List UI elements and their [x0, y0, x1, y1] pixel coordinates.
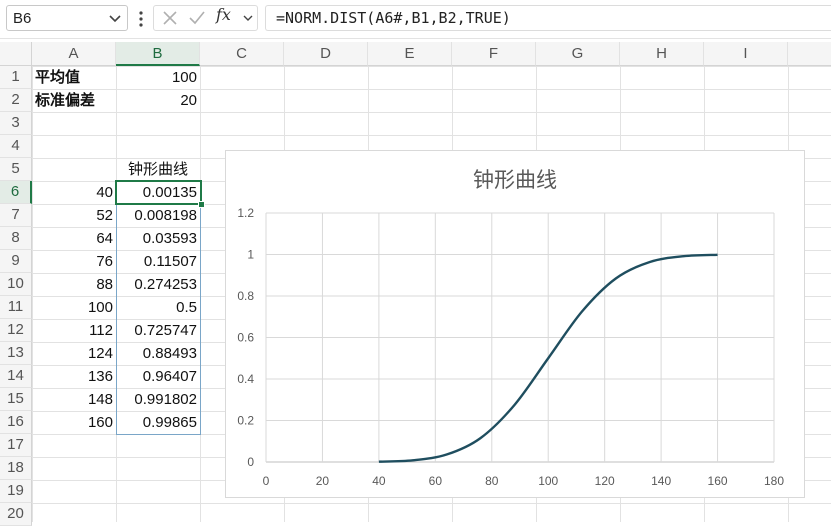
- x-tick-label: 80: [485, 474, 499, 488]
- line-chart[interactable]: 钟形曲线 0 0.2 0.4 0.6 0.8 1 1.2 0 20 40 60 80 100 120 14…: [225, 150, 805, 498]
- cell-a2[interactable]: 标准偏差: [32, 89, 116, 112]
- cell-a9[interactable]: 76: [32, 250, 116, 273]
- x-tick-label: 20: [316, 474, 330, 488]
- row-header-6[interactable]: 6: [0, 181, 32, 204]
- x-axis-tick-labels: 0 20 40 60 80 100 120 140 160 180: [263, 474, 785, 488]
- row-header-17[interactable]: 17: [0, 434, 32, 457]
- cell-a14[interactable]: 136: [32, 365, 116, 388]
- x-tick-label: 60: [429, 474, 443, 488]
- cell-b10[interactable]: 0.274253: [116, 273, 200, 296]
- y-tick-label: 0.4: [237, 372, 254, 386]
- cell-a12[interactable]: 112: [32, 319, 116, 342]
- column-header-a[interactable]: A: [32, 42, 116, 66]
- column-header-c[interactable]: C: [200, 42, 284, 66]
- insert-function-button[interactable]: fx: [216, 5, 231, 24]
- x-tick-label: 40: [372, 474, 386, 488]
- y-tick-label: 1.2: [237, 206, 254, 220]
- cell-b8[interactable]: 0.03593: [116, 227, 200, 250]
- cell-b14[interactable]: 0.96407: [116, 365, 200, 388]
- column-header-i[interactable]: I: [704, 42, 788, 66]
- column-divider: [200, 66, 201, 522]
- cell-a7[interactable]: 52: [32, 204, 116, 227]
- row-header-11[interactable]: 11: [0, 296, 32, 319]
- row-header-1[interactable]: 1: [0, 66, 32, 89]
- cell-b16[interactable]: 0.99865: [116, 411, 200, 434]
- y-axis-tick-labels: 0 0.2 0.4 0.6 0.8 1 1.2: [237, 206, 254, 469]
- x-tick-label: 140: [651, 474, 671, 488]
- column-header-b[interactable]: B: [116, 42, 200, 66]
- y-tick-label: 0.2: [237, 414, 254, 428]
- column-header-h[interactable]: H: [620, 42, 704, 66]
- column-header-g[interactable]: G: [536, 42, 620, 66]
- cell-a11[interactable]: 100: [32, 296, 116, 319]
- cell-a10[interactable]: 88: [32, 273, 116, 296]
- cancel-icon[interactable]: [162, 10, 178, 26]
- cell-a6[interactable]: 40: [32, 181, 116, 204]
- row-header-14[interactable]: 14: [0, 365, 32, 388]
- cell-b2[interactable]: 20: [116, 89, 200, 112]
- cell-b11[interactable]: 0.5: [116, 296, 200, 319]
- cell-b15[interactable]: 0.991802: [116, 388, 200, 411]
- more-options-icon[interactable]: [137, 9, 145, 29]
- cell-a15[interactable]: 148: [32, 388, 116, 411]
- cell-a1[interactable]: 平均值: [32, 66, 116, 89]
- row-header-7[interactable]: 7: [0, 204, 32, 227]
- row-header-3[interactable]: 3: [0, 112, 32, 135]
- formula-text: =NORM.DIST(A6#,B1,B2,TRUE): [276, 9, 511, 27]
- cell-b7[interactable]: 0.008198: [116, 204, 200, 227]
- column-header-e[interactable]: E: [368, 42, 452, 66]
- cell-b13[interactable]: 0.88493: [116, 342, 200, 365]
- chart-title: 钟形曲线: [473, 169, 557, 192]
- row-header-15[interactable]: 15: [0, 388, 32, 411]
- name-box-value: B6: [13, 10, 32, 27]
- row-header-12[interactable]: 12: [0, 319, 32, 342]
- chart-canvas: 钟形曲线 0 0.2 0.4 0.6 0.8 1 1.2 0 20 40 60 80 100 120 14…: [237, 169, 785, 488]
- x-tick-label: 120: [595, 474, 615, 488]
- cell-a13[interactable]: 124: [32, 342, 116, 365]
- cell-a16[interactable]: 160: [32, 411, 116, 434]
- chart-gridlines: [265, 212, 775, 463]
- y-tick-label: 0: [247, 455, 254, 469]
- x-tick-label: 100: [538, 474, 558, 488]
- x-tick-label: 180: [764, 474, 784, 488]
- chevron-down-icon[interactable]: [108, 11, 122, 25]
- row-header-19[interactable]: 19: [0, 480, 32, 503]
- y-tick-label: 0.8: [237, 289, 254, 303]
- row-header-4[interactable]: 4: [0, 135, 32, 158]
- y-tick-label: 1: [247, 248, 254, 262]
- x-tick-label: 0: [263, 474, 270, 488]
- cell-b5[interactable]: 钟形曲线: [116, 158, 200, 181]
- row-header-9[interactable]: 9: [0, 250, 32, 273]
- fx-chevron-down-icon[interactable]: [242, 12, 254, 24]
- cell-a8[interactable]: 64: [32, 227, 116, 250]
- row-header-10[interactable]: 10: [0, 273, 32, 296]
- row-header-5[interactable]: 5: [0, 158, 32, 181]
- y-tick-label: 0.6: [237, 331, 254, 345]
- cell-b12[interactable]: 0.725747: [116, 319, 200, 342]
- row-header-2[interactable]: 2: [0, 89, 32, 112]
- column-header-d[interactable]: D: [284, 42, 368, 66]
- row-header-8[interactable]: 8: [0, 227, 32, 250]
- formula-bar: B6 fx =NORM.DIST(A6#,B1,B2,TRUE): [0, 0, 831, 39]
- formula-input[interactable]: =NORM.DIST(A6#,B1,B2,TRUE): [265, 5, 831, 31]
- fill-handle[interactable]: [198, 201, 205, 208]
- select-all-corner[interactable]: [0, 42, 32, 66]
- confirm-icon[interactable]: [188, 10, 206, 26]
- x-tick-label: 160: [708, 474, 728, 488]
- row-header-18[interactable]: 18: [0, 457, 32, 480]
- row-header-20[interactable]: 20: [0, 503, 32, 526]
- column-header-f[interactable]: F: [452, 42, 536, 66]
- row-header-16[interactable]: 16: [0, 411, 32, 434]
- row-header-13[interactable]: 13: [0, 342, 32, 365]
- formula-controls: [153, 5, 258, 31]
- name-box[interactable]: B6: [6, 5, 128, 31]
- cell-b1[interactable]: 100: [116, 66, 200, 89]
- column-header-j[interactable]: [788, 42, 831, 66]
- cell-b6[interactable]: 0.00135: [116, 181, 200, 204]
- cell-b9[interactable]: 0.11507: [116, 250, 200, 273]
